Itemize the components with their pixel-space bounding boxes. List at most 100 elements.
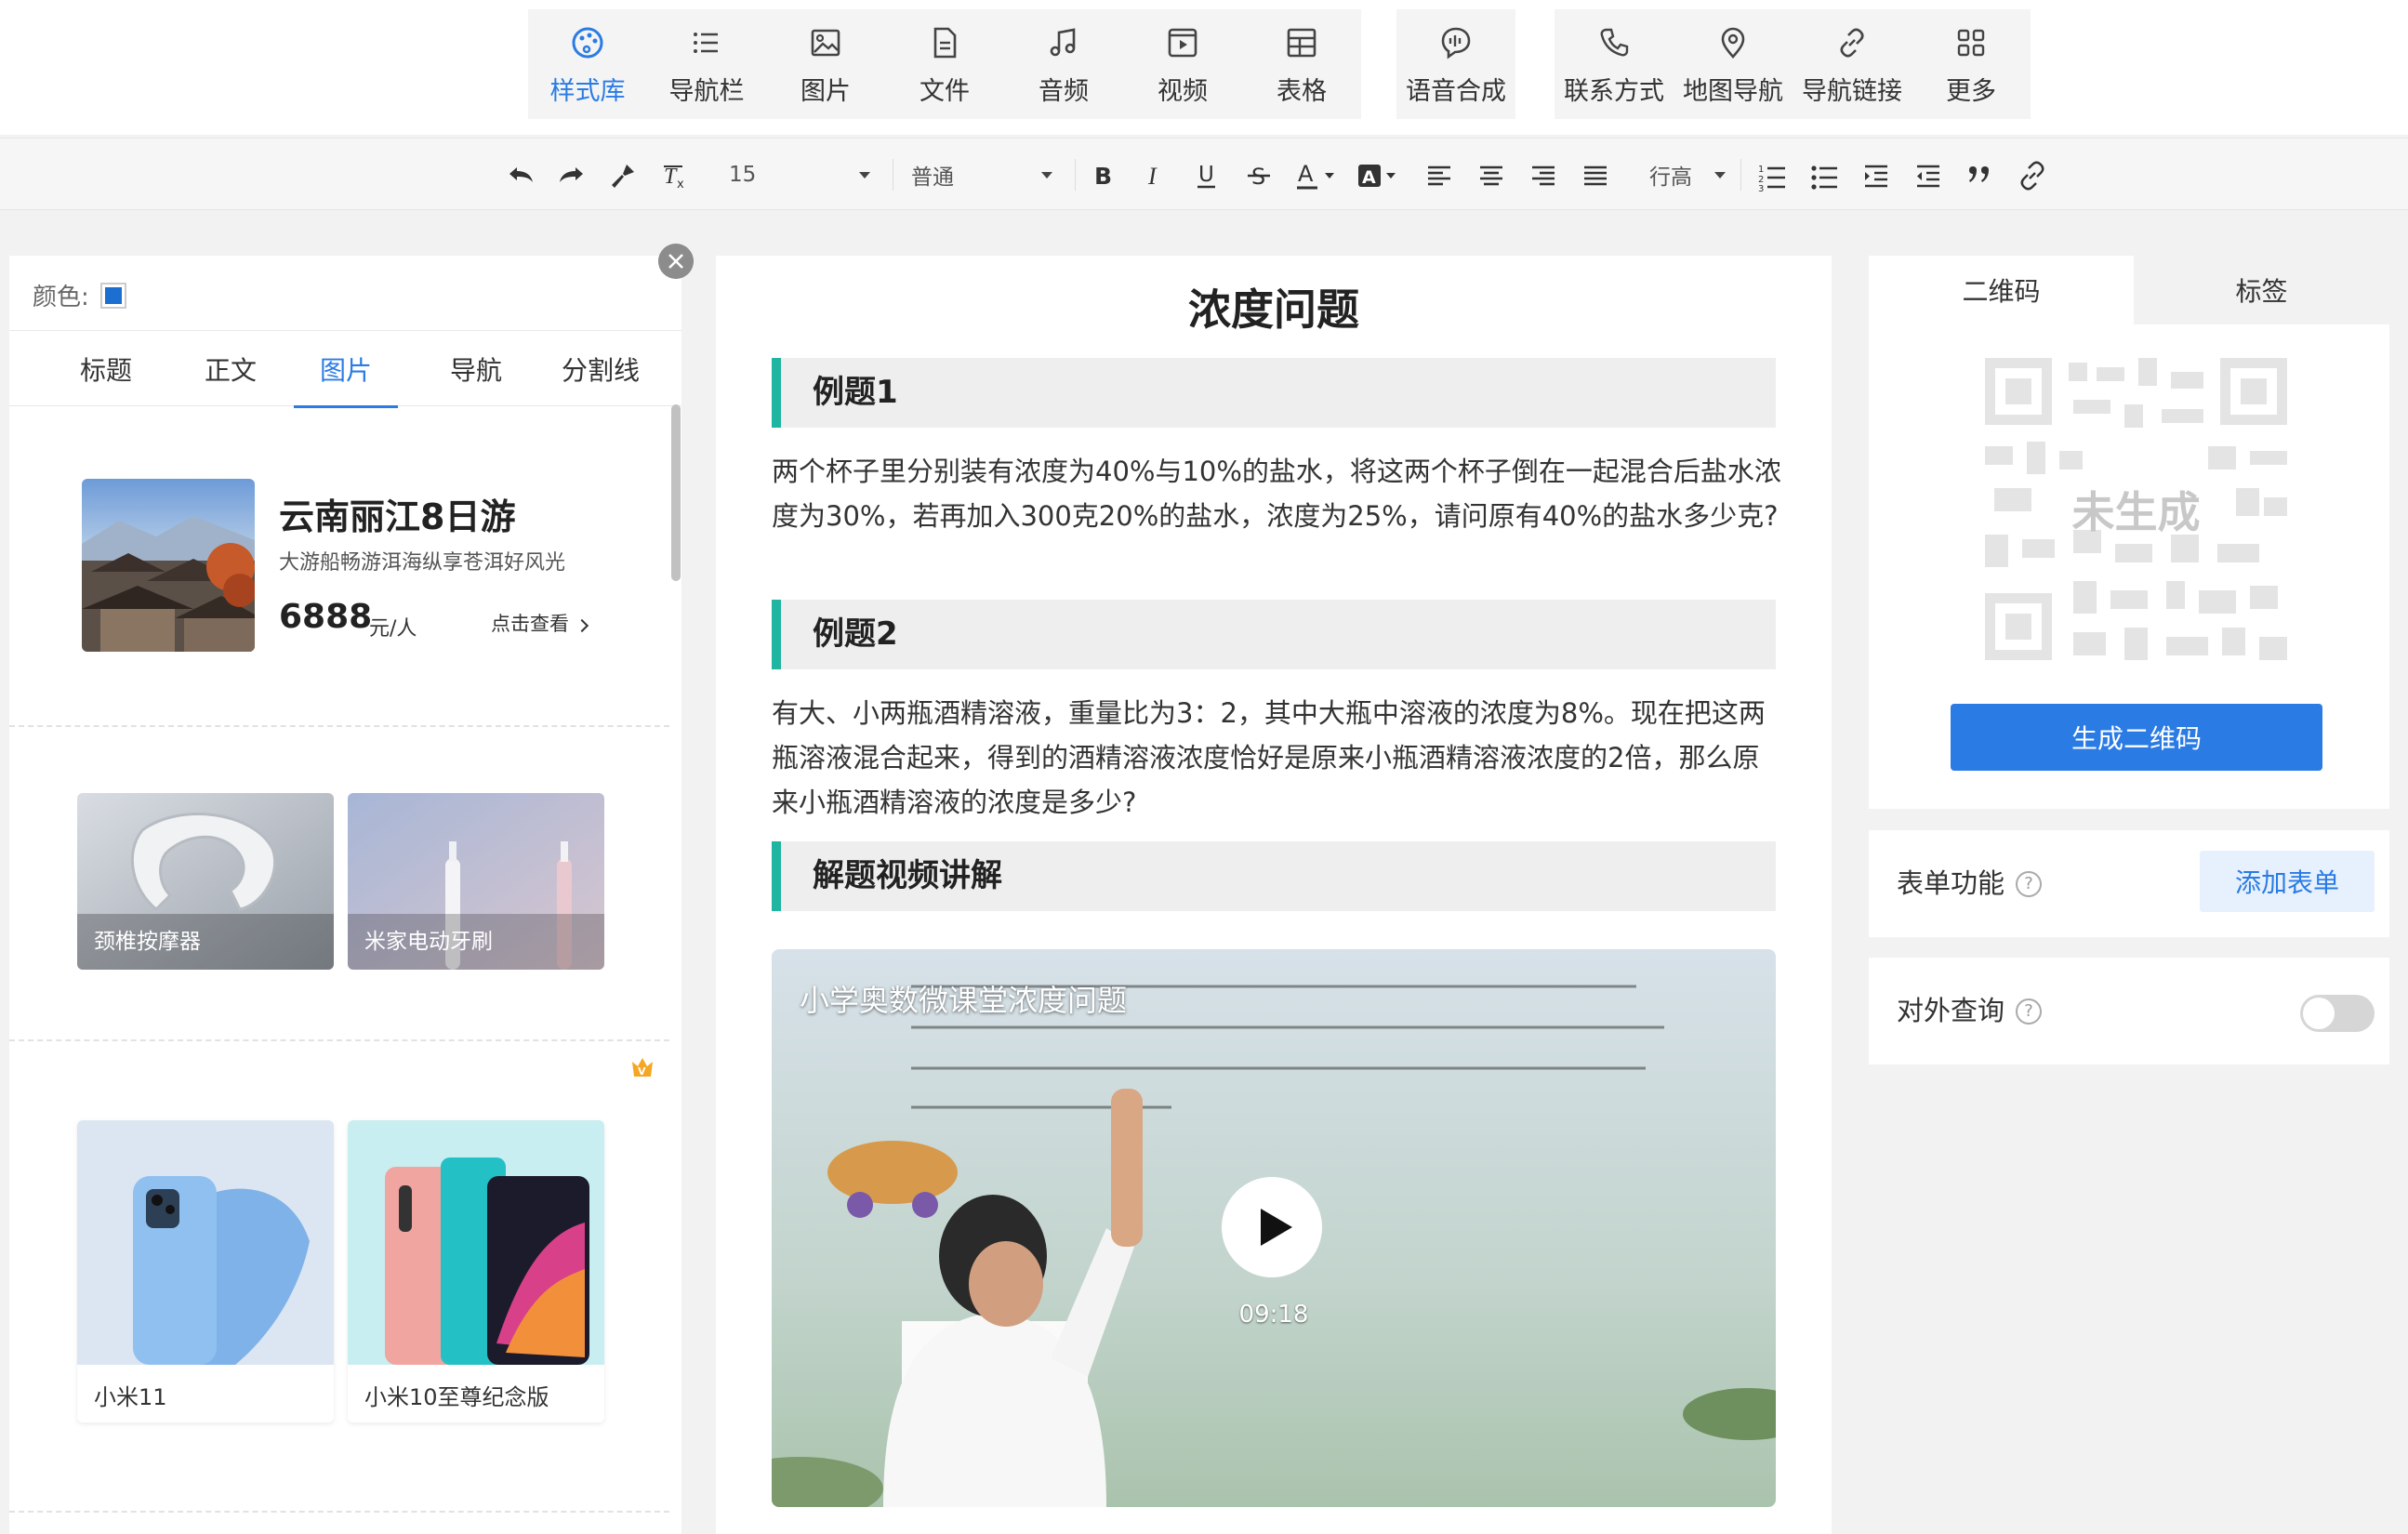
product-card-mi11[interactable]: 小米11: [77, 1120, 334, 1422]
toolbar-item-table[interactable]: 表格: [1242, 9, 1361, 119]
public-query-label: 对外查询: [1897, 995, 2005, 1026]
help-icon[interactable]: ?: [2016, 870, 2043, 897]
tab-qr-code[interactable]: 二维码: [1869, 256, 2134, 324]
add-form-button[interactable]: 添加表单: [2200, 851, 2375, 912]
align-left-icon[interactable]: [1421, 157, 1458, 194]
public-query-toggle[interactable]: [2300, 995, 2375, 1032]
list-icon: [694, 32, 718, 53]
insert-group-media: 样式库 导航栏 图片 文件 音频 视频 表格: [528, 9, 1361, 119]
video-icon: [1168, 28, 1197, 57]
ordered-list-icon[interactable]: 123: [1753, 157, 1791, 194]
video-duration: 09:18: [1238, 1301, 1309, 1329]
toolbar-item-map-navigation[interactable]: 地图导航: [1674, 9, 1793, 119]
background-color-icon[interactable]: A: [1354, 157, 1400, 194]
underline-icon[interactable]: U: [1188, 157, 1225, 194]
font-color-icon[interactable]: A: [1292, 157, 1339, 194]
section-heading-text: 例题1: [813, 374, 898, 411]
question-paragraph-1[interactable]: 两个杯子里分别装有浓度为40%与10%的盐水，将这两个杯子倒在一起混合后盐水浓度…: [772, 449, 1785, 538]
public-query-row: 对外查询 ?: [1869, 958, 2389, 1065]
product-card-mi10-ultra[interactable]: 小米10至尊纪念版: [348, 1120, 604, 1422]
generate-qr-button[interactable]: 生成二维码: [1951, 704, 2322, 771]
grid-more-icon: [1957, 29, 1985, 56]
align-justify-icon[interactable]: [1577, 157, 1614, 194]
section-heading[interactable]: 解题视频讲解: [772, 841, 1776, 911]
quote-icon[interactable]: [1962, 157, 1999, 194]
tab-image[interactable]: 图片: [294, 331, 398, 408]
travel-card-view-link[interactable]: 点击查看: [491, 609, 589, 637]
toggle-knob: [2303, 998, 2335, 1029]
align-center-icon[interactable]: [1473, 157, 1510, 194]
tab-tags[interactable]: 标签: [2134, 256, 2389, 324]
video-player[interactable]: 小学奥数微课堂浓度问题 09:18: [772, 949, 1776, 1507]
chevron-down-icon: [859, 171, 870, 179]
svg-text:V: V: [638, 1065, 646, 1078]
question-paragraph-2[interactable]: 有大、小两瓶酒精溶液，重量比为3：2，其中大瓶中溶液的浓度为8%。现在把这两瓶溶…: [772, 691, 1785, 825]
travel-card-image[interactable]: [82, 479, 255, 652]
redo-icon[interactable]: [553, 157, 590, 194]
hyperlink-icon[interactable]: [2014, 157, 2051, 194]
toolbar-item-label: 导航栏: [668, 76, 745, 106]
outdent-icon[interactable]: [1910, 157, 1947, 194]
tab-divider[interactable]: 分割线: [549, 331, 653, 407]
align-right-icon[interactable]: [1525, 157, 1562, 194]
qr-code-panel: 二维码 标签 未生成 生成二维码: [1869, 256, 2389, 809]
toolbar-item-video[interactable]: 视频: [1123, 9, 1242, 119]
toolbar-item-image[interactable]: 图片: [766, 9, 885, 119]
indent-icon[interactable]: [1858, 157, 1895, 194]
toolbar-item-label: 文件: [920, 76, 970, 106]
toolbar-item-contact[interactable]: 联系方式: [1555, 9, 1674, 119]
help-icon[interactable]: ?: [2016, 998, 2043, 1025]
qr-status-text: 未生成: [2071, 487, 2201, 537]
clear-format-icon[interactable]: Tx: [656, 157, 694, 194]
italic-icon[interactable]: I: [1136, 157, 1173, 194]
tab-navigation[interactable]: 导航: [424, 331, 528, 407]
format-toolbar: Tx 15 普通 B I U S A A 行高 123: [0, 138, 2408, 210]
font-size-select[interactable]: 15: [725, 155, 874, 194]
section-heading[interactable]: 例题2: [772, 600, 1776, 669]
toolbar-item-more[interactable]: 更多: [1912, 9, 2031, 119]
chevron-down-icon: [1041, 171, 1052, 179]
tab-heading[interactable]: 标题: [54, 331, 158, 407]
vip-crown-icon: V: [632, 1058, 653, 1078]
form-feature-label-wrap: 表单功能 ?: [1897, 830, 2043, 937]
toolbar-divider: [1075, 159, 1076, 191]
color-swatch[interactable]: [99, 282, 126, 309]
mi11-phone-photo: [77, 1120, 334, 1365]
toolbar-item-label: 图片: [800, 76, 851, 106]
toolbar-item-nav-link[interactable]: 导航链接: [1793, 9, 1912, 119]
undo-icon[interactable]: [502, 157, 539, 194]
document-title[interactable]: 浓度问题: [716, 276, 1832, 337]
view-link-label: 点击查看: [491, 613, 569, 635]
link-icon: [1840, 27, 1864, 58]
bold-icon[interactable]: B: [1084, 157, 1121, 194]
travel-card-price-unit: 元/人: [369, 617, 417, 641]
play-icon[interactable]: [1222, 1177, 1322, 1277]
toolbar-item-voice-synthesis[interactable]: 语音合成: [1396, 9, 1515, 119]
product-caption: 小米10至尊纪念版: [364, 1384, 549, 1410]
line-height-select[interactable]: 行高: [1646, 155, 1729, 194]
tile-neck-massager[interactable]: 颈椎按摩器: [77, 793, 334, 970]
section-heading[interactable]: 例题1: [772, 358, 1776, 428]
bullet-list-icon[interactable]: [1806, 157, 1843, 194]
section-heading-text: 解题视频讲解: [813, 857, 1002, 894]
document-editor[interactable]: 浓度问题 例题1 两个杯子里分别装有浓度为40%与10%的盐水，将这两个杯子倒在…: [716, 256, 1832, 1534]
music-icon: [1050, 27, 1076, 56]
style-category-tabs: 标题 正文 图片 导航 分割线: [9, 330, 681, 408]
paragraph-style-select[interactable]: 普通: [907, 155, 1056, 194]
toolbar-item-audio[interactable]: 音频: [1004, 9, 1123, 119]
toolbar-item-label: 联系方式: [1564, 76, 1664, 106]
insert-group-voice: 语音合成: [1396, 9, 1515, 119]
toolbar-item-navbar[interactable]: 导航栏: [647, 9, 766, 119]
chevron-right-icon: [575, 618, 589, 633]
travel-card-price: 6888: [279, 598, 373, 636]
format-painter-icon[interactable]: [604, 157, 642, 194]
tab-body-text[interactable]: 正文: [179, 331, 283, 407]
public-query-label-wrap: 对外查询 ?: [1897, 958, 2043, 1065]
toolbar-item-style-library[interactable]: 样式库: [528, 9, 647, 119]
strikethrough-icon[interactable]: S: [1240, 157, 1277, 194]
phone-icon: [1600, 28, 1629, 56]
panel-scrollbar[interactable]: [671, 404, 681, 581]
close-panel-icon[interactable]: [658, 244, 694, 279]
tile-electric-toothbrush[interactable]: 米家电动牙刷: [348, 793, 604, 970]
toolbar-item-file[interactable]: 文件: [885, 9, 1004, 119]
